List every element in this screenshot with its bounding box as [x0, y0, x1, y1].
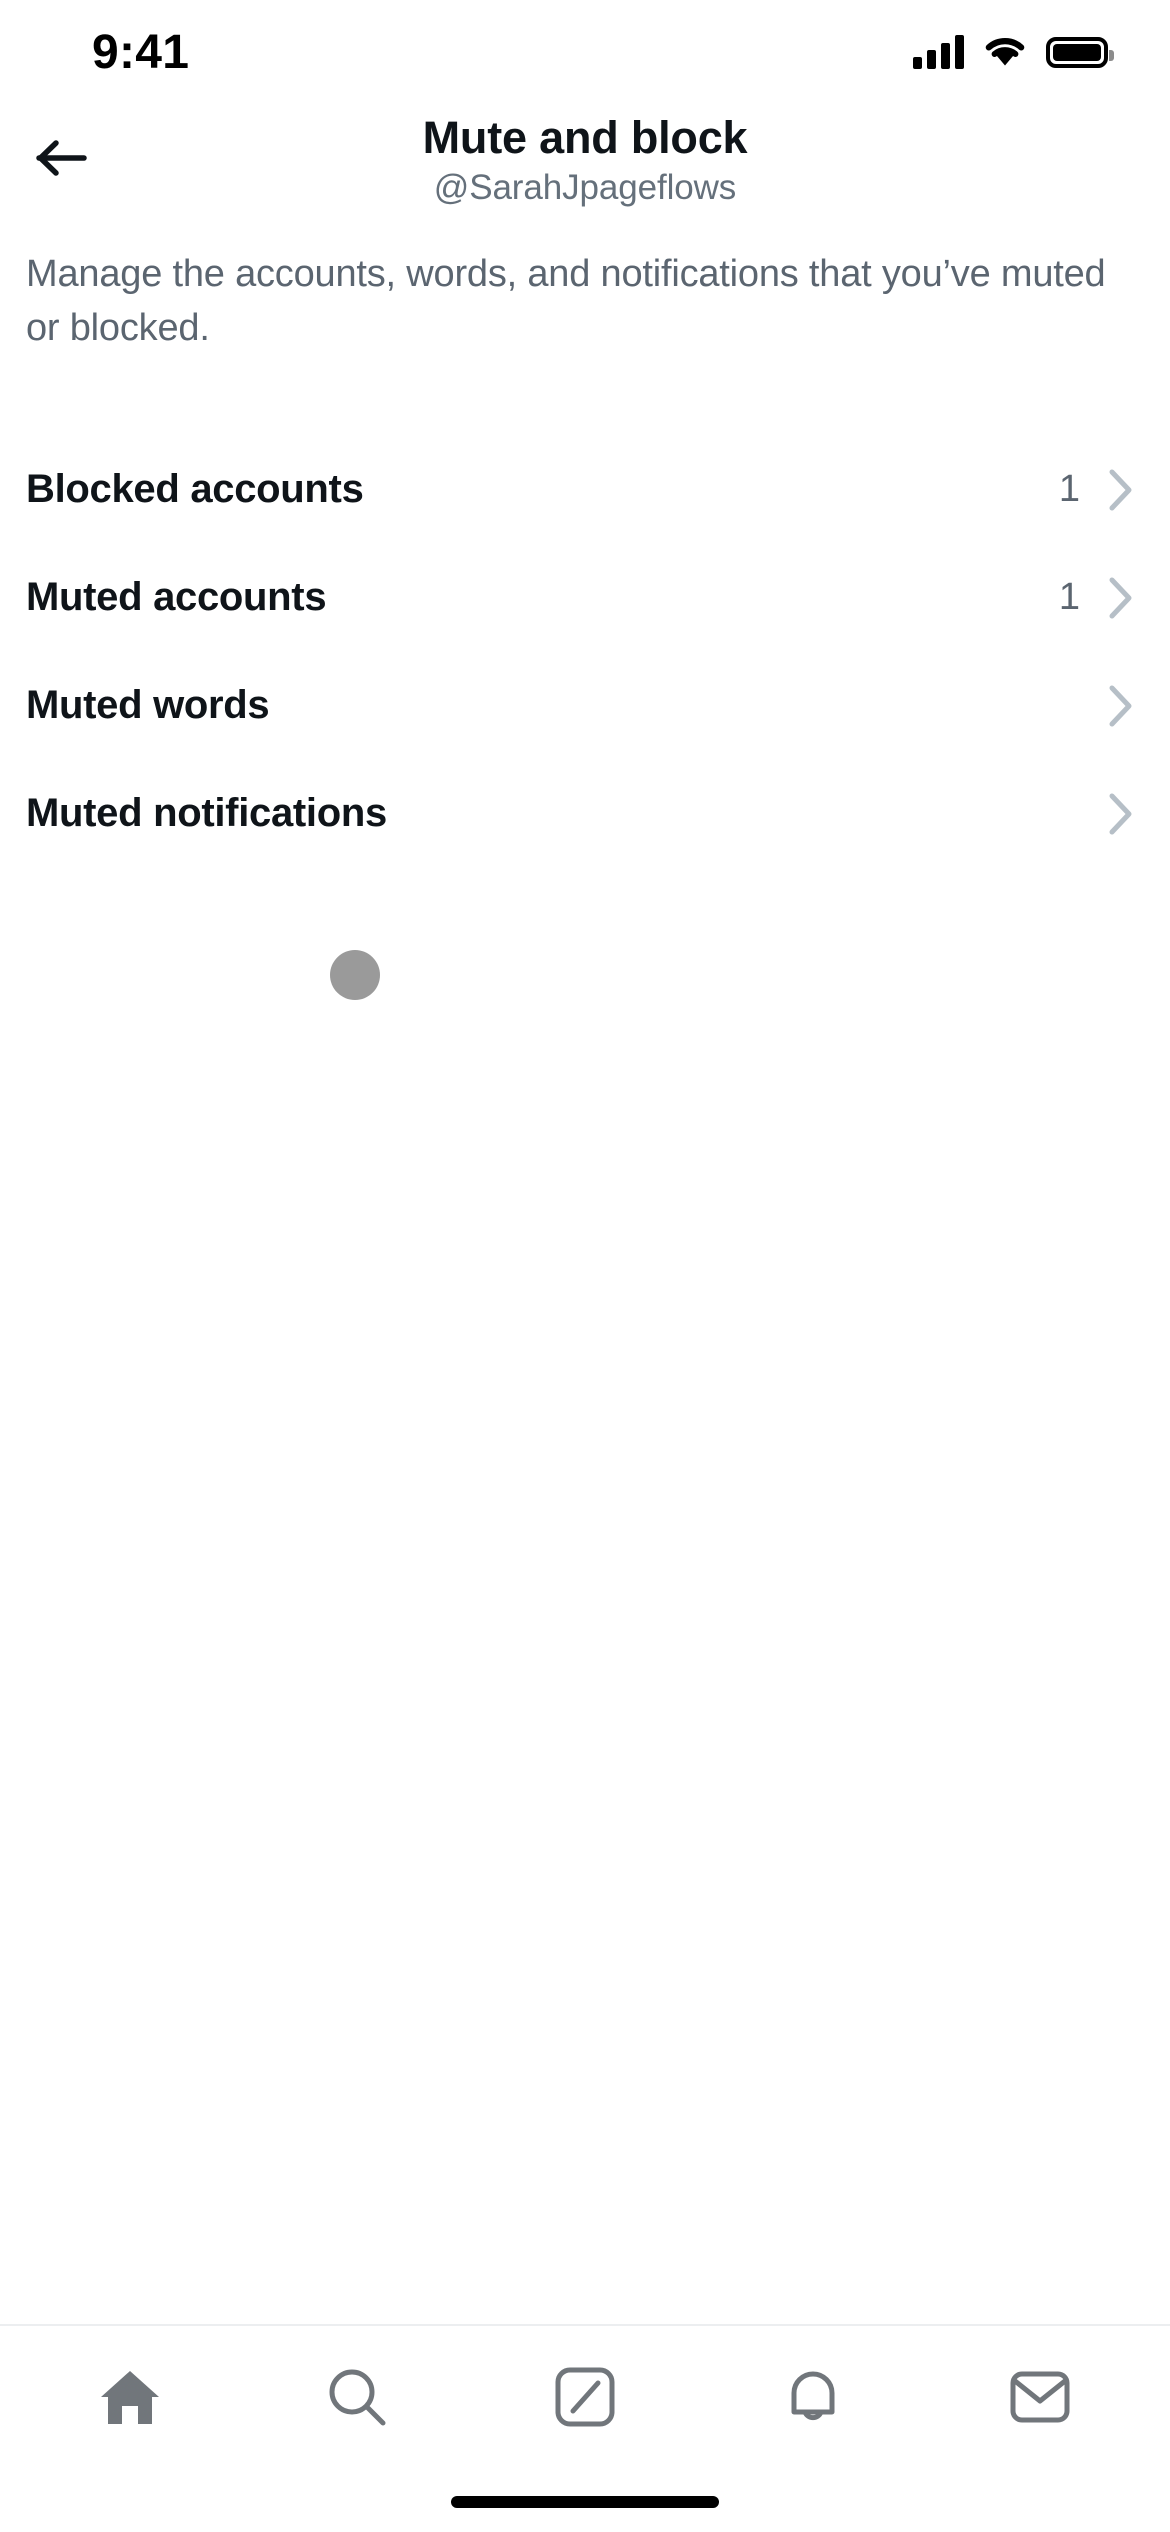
wifi-icon — [982, 33, 1028, 72]
tab-messages[interactable] — [950, 2344, 1130, 2454]
home-indicator-area — [0, 2472, 1170, 2532]
back-button[interactable] — [20, 118, 104, 202]
search-icon — [325, 2365, 389, 2434]
home-indicator[interactable] — [451, 2496, 719, 2508]
tab-home[interactable] — [40, 2344, 220, 2454]
page-title: Mute and block — [422, 112, 748, 164]
screen-root: 9:41 Mute and block @SarahJpageflows Man… — [0, 0, 1170, 2532]
chevron-right-icon — [1108, 468, 1134, 512]
bottom-tab-bar — [0, 2324, 1170, 2472]
row-label: Muted words — [26, 683, 270, 728]
row-label: Blocked accounts — [26, 467, 364, 512]
account-handle: @SarahJpageflows — [433, 167, 737, 207]
row-label: Muted accounts — [26, 575, 327, 620]
chevron-right-icon — [1108, 792, 1134, 836]
envelope-icon — [1008, 2368, 1072, 2431]
chevron-right-icon — [1108, 576, 1134, 620]
nav-title-block: Mute and block @SarahJpageflows — [422, 112, 748, 207]
status-bar: 9:41 — [0, 0, 1170, 100]
home-icon — [97, 2366, 163, 2433]
back-arrow-icon — [36, 136, 88, 185]
cellular-signal-icon — [913, 35, 964, 69]
tab-search[interactable] — [267, 2344, 447, 2454]
bell-icon — [782, 2364, 844, 2435]
nav-header: Mute and block @SarahJpageflows — [0, 100, 1170, 220]
row-count: 1 — [1058, 576, 1080, 619]
chevron-right-icon — [1108, 684, 1134, 728]
compose-slash-icon — [554, 2366, 616, 2433]
tab-notifications[interactable] — [723, 2344, 903, 2454]
status-bar-indicators — [913, 29, 1114, 72]
settings-row-blocked-accounts[interactable]: Blocked accounts 1 — [0, 435, 1170, 544]
settings-row-muted-accounts[interactable]: Muted accounts 1 — [0, 543, 1170, 652]
row-count: 1 — [1058, 468, 1080, 511]
row-label: Muted notifications — [26, 791, 387, 836]
settings-row-muted-words[interactable]: Muted words — [0, 651, 1170, 760]
battery-full-icon — [1046, 36, 1114, 68]
page-description: Manage the accounts, words, and notifica… — [26, 253, 1106, 349]
settings-list: Blocked accounts 1 Muted accounts 1 Mute… — [0, 435, 1170, 868]
status-bar-time: 9:41 — [92, 26, 190, 79]
settings-row-muted-notifications[interactable]: Muted notifications — [0, 759, 1170, 868]
tab-grok[interactable] — [495, 2344, 675, 2454]
